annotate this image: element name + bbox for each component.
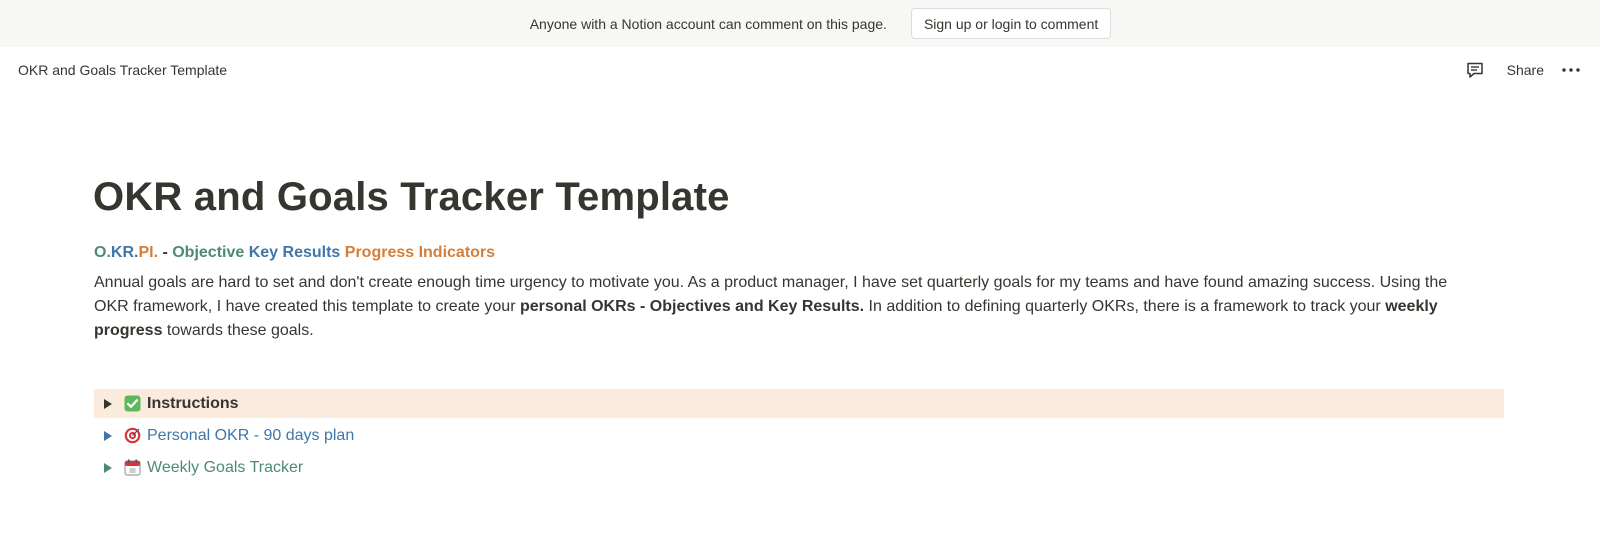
- breadcrumb-page-title[interactable]: OKR and Goals Tracker Template: [18, 62, 227, 78]
- top-bar: OKR and Goals Tracker Template Share: [0, 47, 1600, 92]
- toggle-arrow-icon[interactable]: [104, 462, 112, 473]
- more-options-button[interactable]: [1560, 58, 1582, 82]
- more-icon: [1562, 67, 1580, 72]
- toggle-weekly-goals[interactable]: Weekly Goals Tracker: [94, 453, 1504, 482]
- subtitle-kr: KR.: [110, 244, 139, 261]
- comment-icon: [1466, 62, 1483, 78]
- toggle-arrow-icon[interactable]: [104, 398, 112, 409]
- toggle-personal-okr[interactable]: Personal OKR - 90 days plan: [94, 421, 1504, 450]
- banner-text: Anyone with a Notion account can comment…: [529, 15, 887, 32]
- check-icon: [124, 395, 141, 412]
- page-description: Annual goals are hard to set and don't c…: [94, 271, 1474, 343]
- subtitle-key-results: Key Results: [248, 244, 341, 261]
- page-title: OKR and Goals Tracker Template: [93, 175, 730, 219]
- toggle-list: Instructions Personal OKR - 90 days plan: [94, 389, 1504, 485]
- subtitle-separator: -: [158, 244, 173, 261]
- toggle-label-weekly-goals: Weekly Goals Tracker: [147, 458, 304, 476]
- description-text-2: In addition to defining quarterly OKRs, …: [864, 298, 1386, 315]
- subtitle-progress-indicators: Progress Indicators: [344, 244, 496, 261]
- toggle-label-instructions: Instructions: [147, 394, 239, 412]
- description-bold-okrs: personal OKRs - Objectives and Key Resul…: [519, 298, 865, 315]
- page-content: OKR and Goals Tracker Template O.KR.PI. …: [93, 170, 1504, 343]
- comment-button[interactable]: [1463, 58, 1487, 82]
- okrpi-subtitle: O.KR.PI. - Objective Key Results Progres…: [94, 242, 1504, 264]
- subtitle-pi: PI.: [138, 244, 159, 261]
- description-text-3: towards these goals.: [162, 322, 314, 339]
- signup-login-button[interactable]: Sign up or login to comment: [910, 8, 1112, 39]
- comment-banner: Anyone with a Notion account can comment…: [0, 0, 1600, 47]
- topbar-actions: Share: [1463, 58, 1582, 82]
- share-button[interactable]: Share: [1507, 62, 1544, 78]
- toggle-arrow-icon[interactable]: [104, 430, 112, 441]
- subtitle-o: O.: [94, 244, 111, 261]
- toggle-label-personal-okr: Personal OKR - 90 days plan: [147, 426, 355, 444]
- target-icon: [124, 427, 141, 444]
- toggle-instructions[interactable]: Instructions: [94, 389, 1504, 418]
- calendar-icon: [124, 459, 141, 476]
- subtitle-objective: Objective: [172, 244, 245, 261]
